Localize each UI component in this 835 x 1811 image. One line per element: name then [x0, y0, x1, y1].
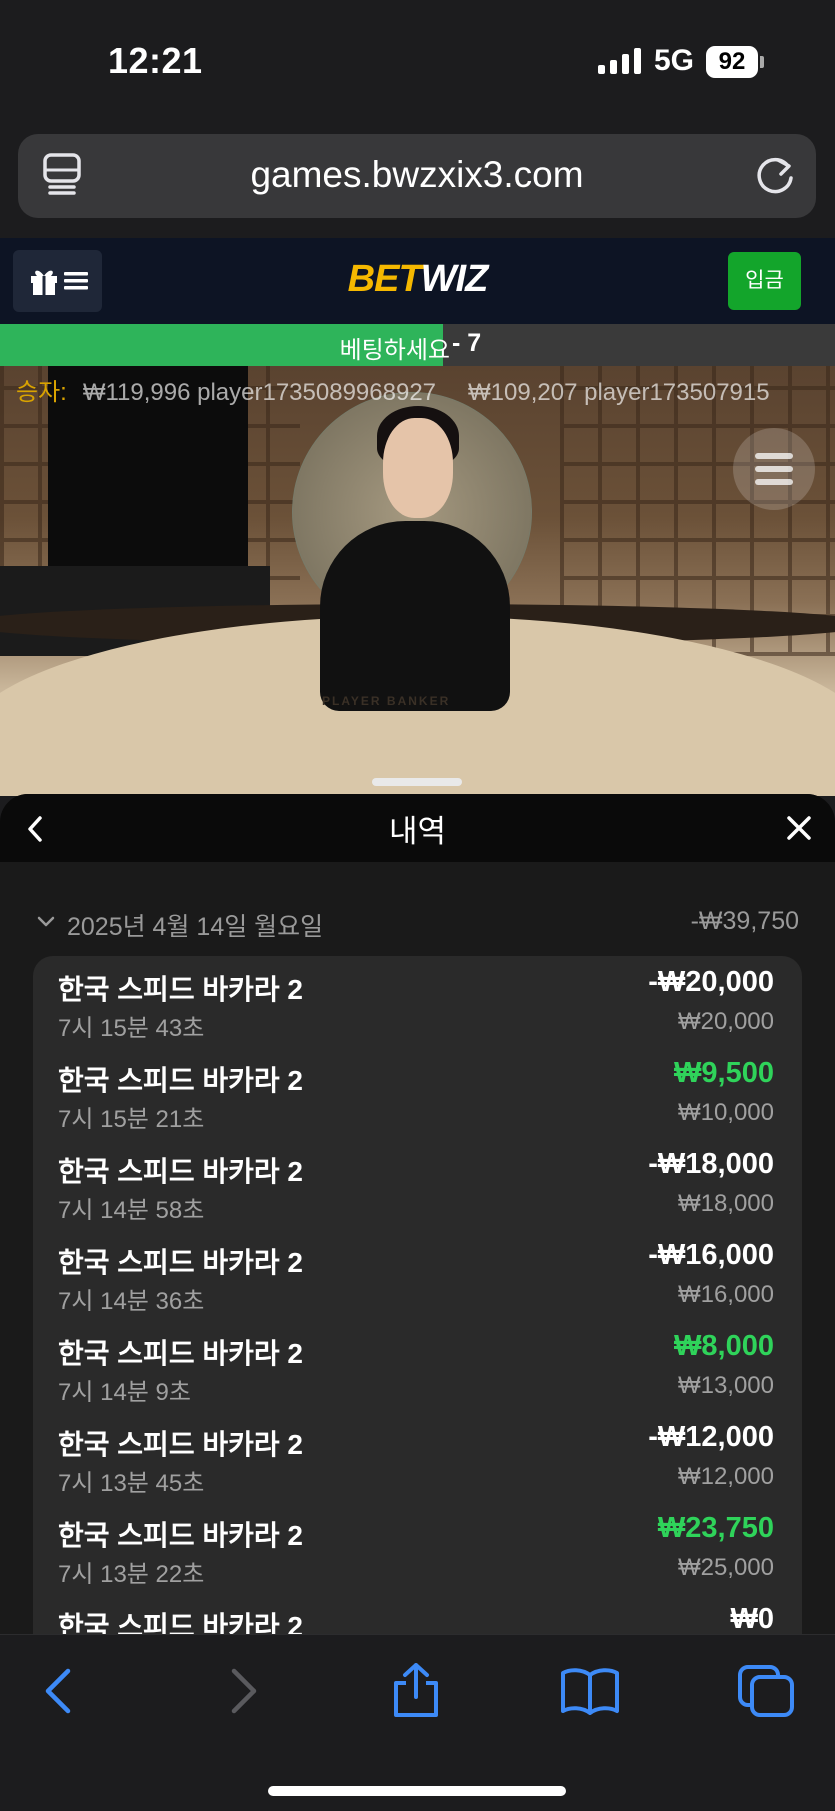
home-indicator[interactable] [268, 1786, 566, 1796]
signal-icon [598, 48, 641, 74]
row-result: -₩18,000 [648, 1148, 774, 1180]
address-bar[interactable]: games.bwzxix3.com [18, 134, 816, 218]
row-result: ₩9,500 [674, 1057, 774, 1089]
row-game-name: 한국 스피드 바카라 2 [58, 1429, 303, 1460]
row-time: 7시 13분 45초 [58, 1470, 205, 1497]
battery-icon: 92 [706, 46, 758, 78]
winners-ticker: 승자: ₩119,996 player1735089968927 ₩109,207 … [16, 372, 835, 407]
status-bar: 12:21 5G 92 [0, 0, 835, 120]
ticker-entry: ₩119,996 player1735089968927 [82, 379, 437, 406]
row-result: -₩20,000 [648, 966, 774, 998]
row-time: 7시 14분 36초 [58, 1288, 205, 1315]
row-game-name: 한국 스피드 바카라 2 [58, 1520, 303, 1551]
share-icon[interactable] [386, 1663, 446, 1719]
winner-label: 승자: [16, 379, 67, 406]
row-game-name: 한국 스피드 바카라 2 [58, 1338, 303, 1369]
row-stake: ₩25,000 [677, 1554, 774, 1581]
bookmarks-icon[interactable] [560, 1663, 620, 1719]
history-row[interactable]: 한국 스피드 바카라 2 7시 13분 45초 -₩12,000 ₩12,000 [33, 1411, 802, 1502]
deposit-button[interactable]: 입금 [728, 252, 801, 310]
row-stake: ₩16,000 [677, 1281, 774, 1308]
history-row[interactable]: 한국 스피드 바카라 2 7시 14분 36초 -₩16,000 ₩16,000 [33, 1229, 802, 1320]
row-game-name: 한국 스피드 바카라 2 [58, 1247, 303, 1278]
sheet-header: 내역 [0, 794, 835, 862]
browser-toolbar [0, 1634, 835, 1811]
site-header: BETWIZ 입금 [0, 238, 835, 324]
video-dealer-body [320, 521, 510, 711]
battery-tip [760, 56, 764, 68]
history-row[interactable]: 한국 스피드 바카라 2 ₩0 [33, 1593, 802, 1634]
close-icon[interactable] [783, 812, 815, 844]
row-time: 7시 14분 58초 [58, 1197, 205, 1224]
row-game-name: 한국 스피드 바카라 2 [58, 974, 303, 1005]
date-label: 2025년 4월 14일 월요일 [67, 913, 324, 941]
video-dealer-face [383, 418, 453, 518]
sheet-title: 내역 [388, 814, 447, 849]
row-result: ₩23,750 [657, 1512, 774, 1544]
site-logo[interactable]: BETWIZ [0, 258, 835, 301]
row-result: -₩16,000 [648, 1239, 774, 1271]
row-time: 7시 15분 43초 [58, 1015, 205, 1042]
row-stake: ₩20,000 [677, 1008, 774, 1035]
logo-wiz: WIZ [420, 258, 489, 300]
betting-timer-bar: 베팅하세요 - 7 [0, 324, 835, 366]
row-time: 7시 14분 9초 [58, 1379, 191, 1406]
history-row[interactable]: 한국 스피드 바카라 2 7시 15분 21초 ₩9,500 ₩10,000 [33, 1047, 802, 1138]
history-row[interactable]: 한국 스피드 바카라 2 7시 14분 58초 -₩18,000 ₩18,000 [33, 1138, 802, 1229]
reload-icon[interactable] [752, 152, 798, 198]
row-time: 7시 13분 22초 [58, 1561, 205, 1588]
row-stake: ₩12,000 [677, 1463, 774, 1490]
network-type: 5G [654, 44, 695, 77]
row-game-name: 한국 스피드 바카라 2 [58, 1611, 303, 1634]
tabs-overview-icon[interactable] [736, 1663, 796, 1719]
row-result: ₩0 [730, 1603, 775, 1634]
row-stake: ₩10,000 [677, 1099, 774, 1126]
status-time: 12:21 [108, 40, 203, 81]
live-video[interactable]: PLAYER BANKER 승자: ₩119,996 player17350899… [0, 366, 835, 796]
history-list: 한국 스피드 바카라 2 7시 15분 43초 -₩20,000 ₩20,000 한국 … [33, 956, 802, 1634]
url-text[interactable]: games.bwzxix3.com [18, 154, 816, 196]
logo-bet: BET [347, 258, 422, 300]
date-total: -₩39,750 [690, 907, 799, 935]
row-time: 7시 15분 21초 [58, 1106, 205, 1133]
history-row[interactable]: 한국 스피드 바카라 2 7시 14분 9초 ₩8,000 ₩13,000 [33, 1320, 802, 1411]
row-result: -₩12,000 [648, 1421, 774, 1453]
table-print-text: PLAYER BANKER [322, 694, 451, 708]
row-stake: ₩13,000 [677, 1372, 774, 1399]
row-stake: ₩18,000 [677, 1190, 774, 1217]
betting-label: 베팅하세요 [339, 337, 450, 364]
history-sheet: 내역 2025년 4월 14일 월요일 -₩39,750 한국 스피드 바카라 … [0, 794, 835, 1634]
chevron-down-icon [37, 916, 55, 927]
back-icon[interactable] [30, 1663, 90, 1719]
date-group-header[interactable]: 2025년 4월 14일 월요일 -₩39,750 [36, 904, 799, 941]
game-menu-button[interactable] [733, 428, 815, 510]
history-row[interactable]: 한국 스피드 바카라 2 7시 15분 43초 -₩20,000 ₩20,000 [33, 956, 802, 1047]
forward-icon[interactable] [212, 1663, 272, 1719]
row-game-name: 한국 스피드 바카라 2 [58, 1156, 303, 1187]
history-row[interactable]: 한국 스피드 바카라 2 7시 13분 22초 ₩23,750 ₩25,000 [33, 1502, 802, 1593]
page: 12:21 5G 92 games.bwzxix3.com BETWIZ 입금 … [0, 0, 835, 1811]
betting-countdown: - 7 [452, 329, 482, 357]
row-game-name: 한국 스피드 바카라 2 [58, 1065, 303, 1096]
ticker-entry: ₩109,207 player173507915 [468, 379, 770, 406]
row-result: ₩8,000 [674, 1330, 774, 1362]
sheet-drag-handle[interactable] [372, 778, 462, 786]
